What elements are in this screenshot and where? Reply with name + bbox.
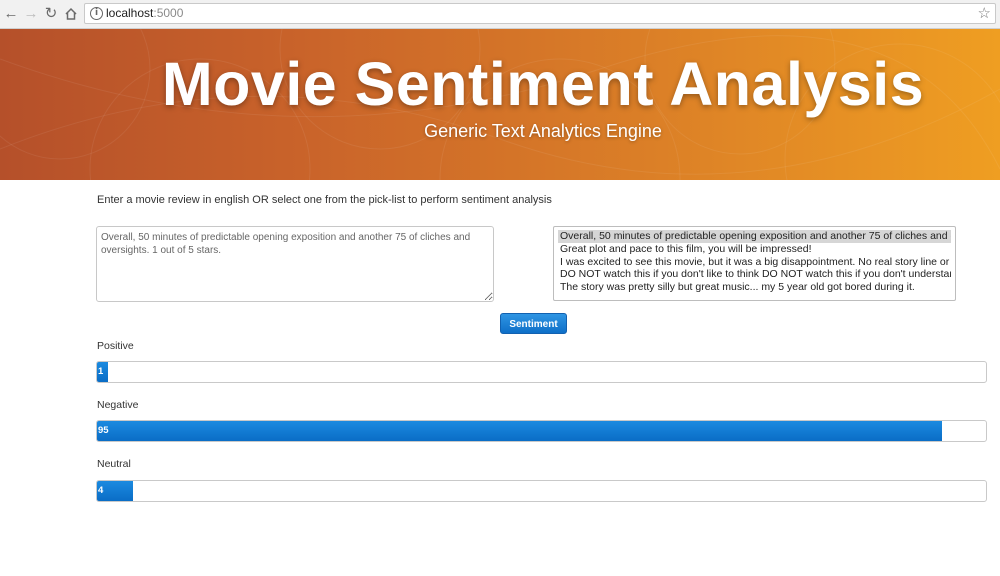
neutral-label: Neutral xyxy=(97,458,131,470)
info-icon[interactable]: i xyxy=(90,7,103,20)
home-icon[interactable] xyxy=(62,5,80,23)
sentiment-button[interactable]: Sentiment xyxy=(500,313,567,334)
negative-progress-bar: 95 xyxy=(96,420,987,442)
negative-bar-fill xyxy=(97,421,942,441)
bookmark-star-icon[interactable]: ☆ xyxy=(978,4,991,22)
negative-label: Negative xyxy=(97,399,139,411)
browser-toolbar: ← → ↻ i localhost:5000 ☆ xyxy=(0,0,1000,29)
instructions-text: Enter a movie review in english OR selec… xyxy=(97,194,552,206)
review-picklist[interactable]: Overall, 50 minutes of predictable openi… xyxy=(553,226,956,301)
neutral-progress-bar: 4 xyxy=(96,480,987,502)
review-input[interactable]: Overall, 50 minutes of predictable openi… xyxy=(96,226,494,302)
positive-progress-bar: 1 xyxy=(96,361,987,383)
picklist-option[interactable]: I was excited to see this movie, but it … xyxy=(558,256,951,269)
header-banner: Movie Sentiment Analysis Generic Text An… xyxy=(0,29,1000,180)
url-text: localhost:5000 xyxy=(106,6,184,20)
picklist-option[interactable]: Great plot and pace to this film, you wi… xyxy=(558,243,951,256)
positive-label: Positive xyxy=(97,340,134,352)
back-icon[interactable]: ← xyxy=(2,5,20,23)
page-title: Movie Sentiment Analysis xyxy=(161,50,925,118)
reload-icon[interactable]: ↻ xyxy=(42,5,60,23)
picklist-option[interactable]: Overall, 50 minutes of predictable openi… xyxy=(558,230,951,243)
page-subtitle: Generic Text Analytics Engine xyxy=(424,121,662,141)
address-bar[interactable]: i localhost:5000 ☆ xyxy=(84,3,996,24)
negative-value: 95 xyxy=(98,425,109,436)
picklist-option[interactable]: The story was pretty silly but great mus… xyxy=(558,281,951,294)
picklist-option[interactable]: DO NOT watch this if you don't like to t… xyxy=(558,268,951,281)
forward-icon[interactable]: → xyxy=(22,5,40,23)
positive-value: 1 xyxy=(98,366,104,377)
neutral-value: 4 xyxy=(98,485,104,496)
